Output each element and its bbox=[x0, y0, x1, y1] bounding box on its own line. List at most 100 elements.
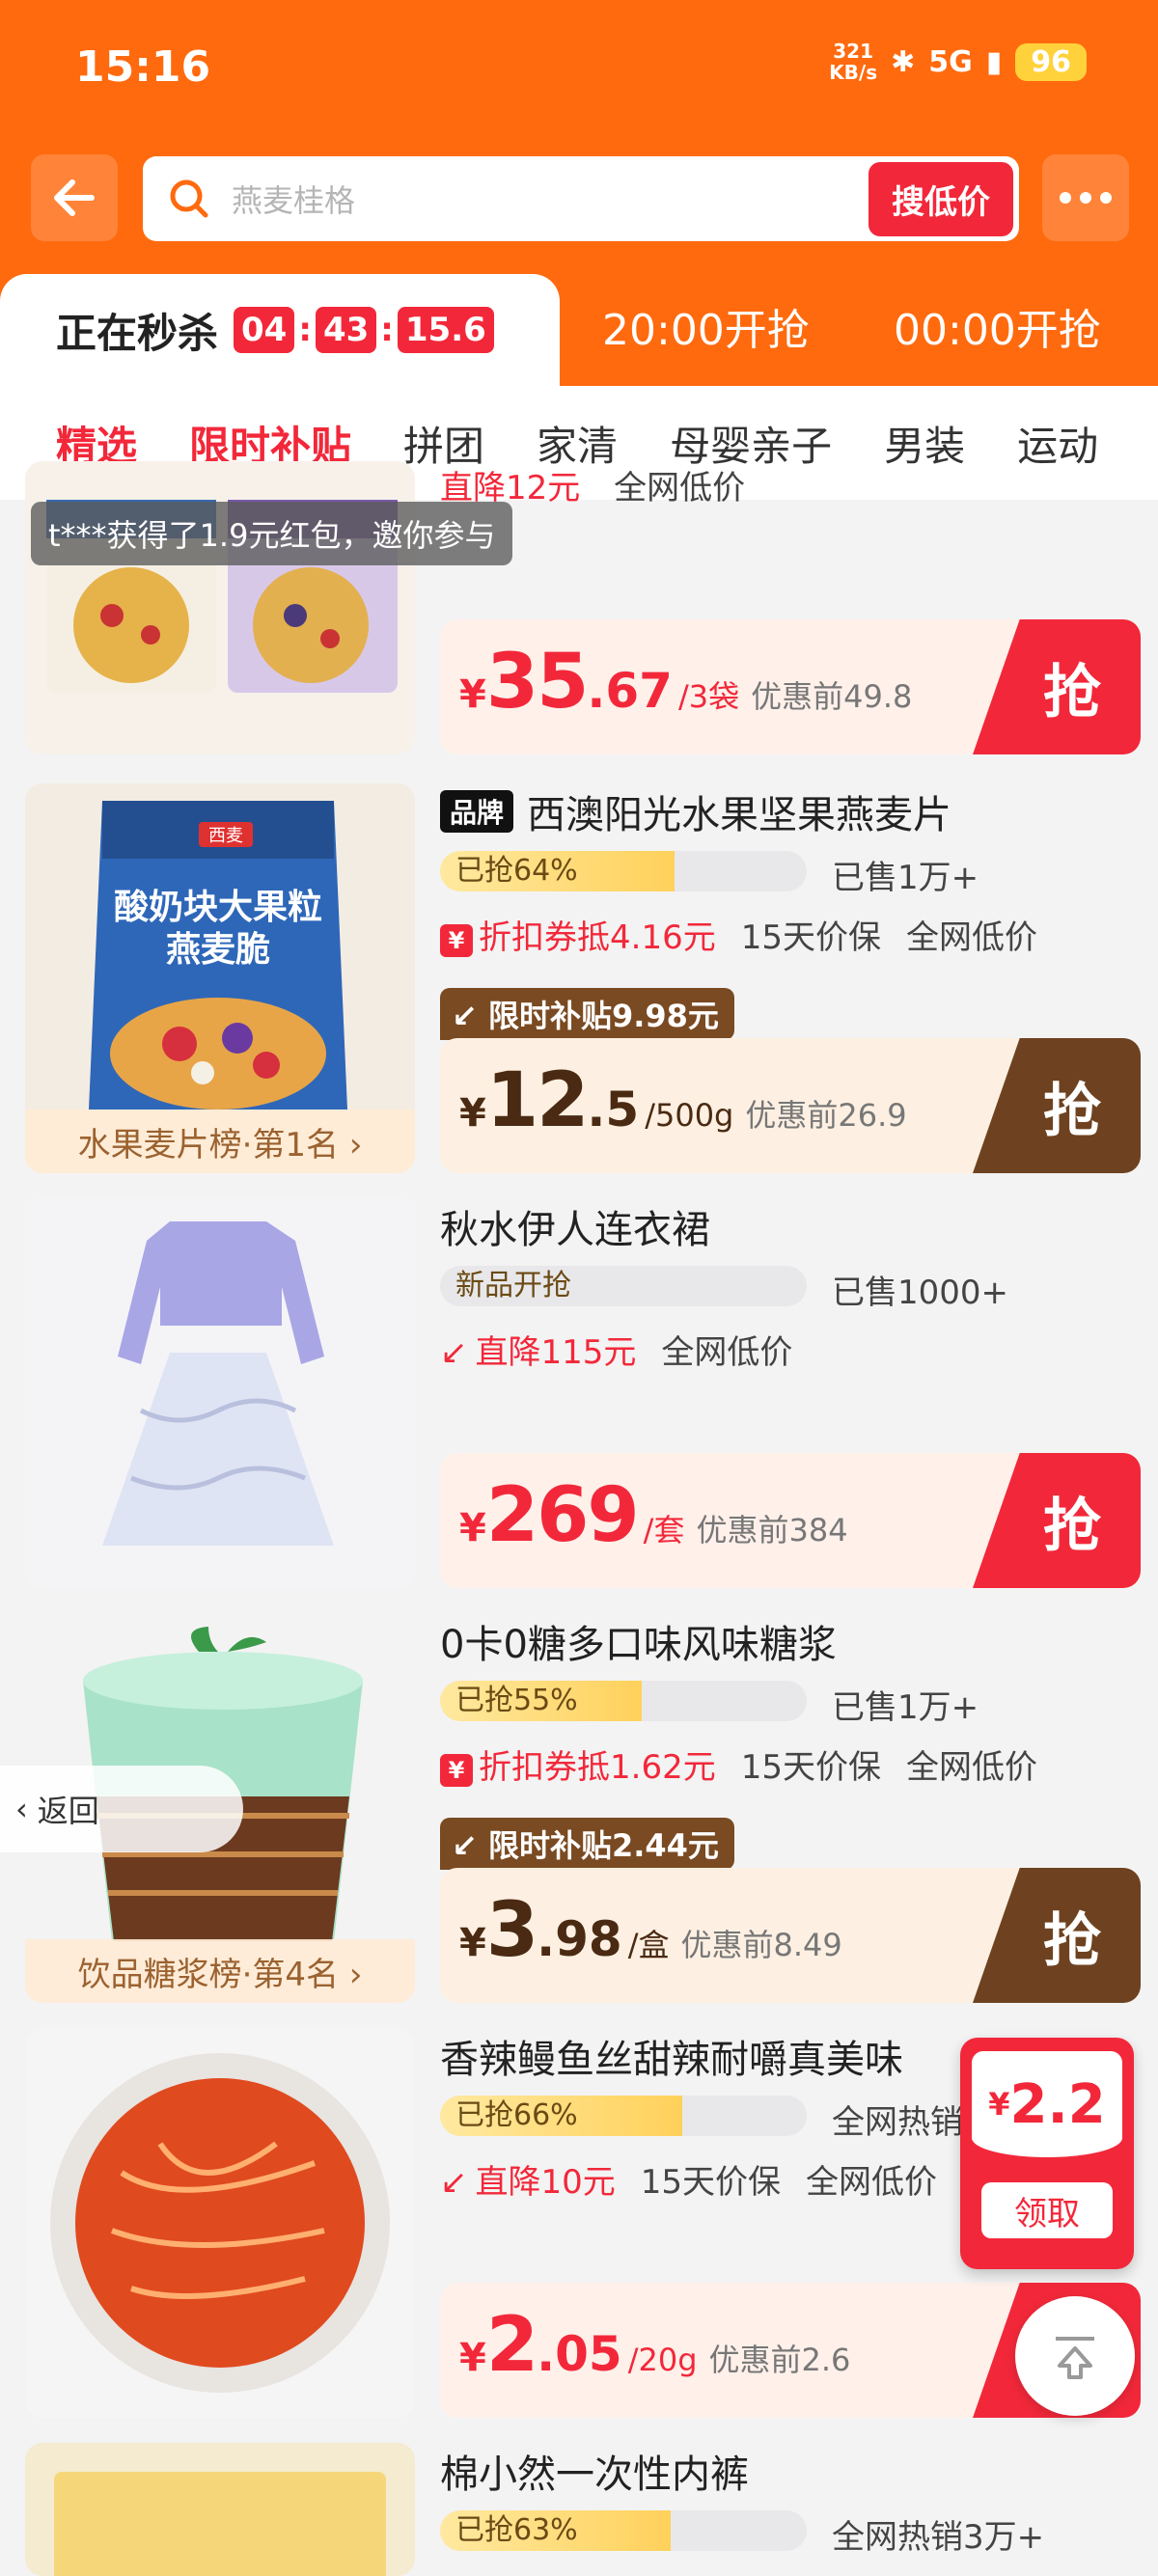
coupon-tag: ¥ 折扣券抵1.62元 bbox=[440, 1740, 716, 1788]
sold-count: 全网热销3万+ bbox=[832, 2518, 1045, 2557]
red-packet-widget[interactable]: ¥2.2 领取 bbox=[960, 2038, 1134, 2269]
arrow-left-icon bbox=[54, 179, 95, 216]
buy-button[interactable]: 抢 bbox=[973, 1868, 1141, 2003]
session-tab-0000[interactable]: 00:00开抢 bbox=[894, 295, 1101, 357]
product-tags: ¥ 折扣券抵1.62元 15天价保 全网低价 bbox=[440, 1740, 1037, 1788]
product-title: 棉小然一次性内裤 bbox=[440, 2443, 1141, 2499]
bluetooth-icon: ✱ bbox=[891, 44, 916, 79]
claim-button[interactable]: 领取 bbox=[981, 2182, 1113, 2238]
dress-image bbox=[102, 1221, 334, 1546]
network-label: 5G bbox=[928, 44, 973, 79]
price-decimal: .67 bbox=[587, 663, 673, 719]
product-info: 秋水伊人连衣裙 新品开抢 已售1000+ ↙ 直降115元 全网低价 ¥ 269 … bbox=[440, 1198, 1141, 1588]
price-unit: /500g bbox=[645, 1097, 734, 1134]
sales-progress: 已抢64% bbox=[440, 851, 807, 891]
sales-progress-label: 已抢63% bbox=[455, 2513, 578, 2547]
product-tags: ¥ 折扣券抵4.16元 15天价保 全网低价 bbox=[440, 911, 1037, 958]
session-tab-2000[interactable]: 20:00开抢 bbox=[602, 295, 810, 357]
price-box: ¥ 12 .5 /500g 优惠前26.9 抢 bbox=[440, 1038, 1141, 1173]
original-price: 优惠前49.8 bbox=[751, 678, 913, 715]
price: ¥ 3 .98 /盒 优惠前8.49 bbox=[459, 1887, 842, 1974]
flash-sale-page: 15:16 321 KB/s ✱ 5G ▮ 96 燕麦桂格 搜低价 正在秒杀 04… bbox=[0, 0, 1158, 2576]
countdown-hours: 04 bbox=[234, 307, 295, 353]
search-bar[interactable]: 燕麦桂格 搜低价 bbox=[143, 156, 1019, 241]
sold-count: 已售1万+ bbox=[832, 1688, 979, 1727]
product-title: 品牌 西澳阳光水果坚果燕麦片 bbox=[440, 783, 1141, 839]
currency-symbol: ¥ bbox=[459, 2336, 486, 2380]
floating-back-button[interactable]: ‹ 返回 bbox=[0, 1766, 243, 1852]
lowest-price-tag: 全网低价 bbox=[905, 1748, 1037, 1787]
price-decimal: .05 bbox=[537, 2326, 622, 2382]
red-packet-currency: ¥ bbox=[988, 2086, 1010, 2123]
lowest-price-tag: 全网低价 bbox=[905, 918, 1037, 957]
currency-symbol: ¥ bbox=[459, 672, 486, 717]
product-tags: ↙ 直降10元 15天价保 全网低价 bbox=[440, 2155, 937, 2203]
product-image bbox=[25, 1198, 415, 1588]
sales-progress: 已抢66% bbox=[440, 2096, 807, 2136]
status-indicators: 321 KB/s ✱ 5G ▮ 96 bbox=[829, 41, 1087, 83]
battery-indicator: 96 bbox=[1015, 42, 1087, 81]
price-protect-tag: 15天价保 bbox=[640, 2163, 782, 2202]
price-box: ¥ 269 /套 优惠前384 抢 bbox=[440, 1453, 1141, 1588]
arrow-down-icon: ↙ bbox=[440, 2163, 468, 2202]
price-integer: 2 bbox=[485, 2302, 538, 2389]
product-title: 0卡0糖多口味风味糖浆 bbox=[440, 1613, 1141, 1669]
search-input[interactable]: 燕麦桂格 bbox=[232, 177, 868, 221]
rank-badge[interactable]: 饮品糖浆榜·第4名 › bbox=[25, 1939, 415, 2003]
product-card[interactable]: 酸奶块大果粒 燕麦脆 西麦 水果麦片榜·第1名 › 品牌 西澳阳光水果坚果燕麦片… bbox=[25, 783, 1141, 1173]
price: ¥ 2 .05 /20g 优惠前2.6 bbox=[459, 2302, 850, 2389]
package-text-line1: 酸奶块大果粒 bbox=[114, 888, 322, 927]
sales-progress: 已抢63% bbox=[440, 2510, 807, 2551]
buy-button[interactable]: 抢 bbox=[973, 619, 1141, 754]
price-unit: /套 bbox=[643, 1512, 685, 1548]
lowest-price-tag: 全网低价 bbox=[661, 1333, 793, 1372]
countdown-minutes: 43 bbox=[315, 307, 377, 353]
product-info: 品牌 西澳阳光水果坚果燕麦片 已抢64% 已售1万+ ¥ 折扣券抵4.16元 15… bbox=[440, 783, 1141, 1173]
product-title-text: 香辣鳗鱼丝甜辣耐嚼真美味 bbox=[440, 2038, 903, 2082]
back-to-top-button[interactable] bbox=[1015, 2296, 1135, 2416]
search-button[interactable]: 搜低价 bbox=[868, 161, 1013, 236]
countdown-sep: : bbox=[380, 311, 394, 349]
session-tab-active[interactable]: 正在秒杀 04 : 43 : 15.6 bbox=[0, 274, 560, 386]
subsidy-text: 限时补贴9.98元 bbox=[487, 998, 719, 1034]
more-button[interactable] bbox=[1042, 154, 1129, 241]
arrow-up-icon bbox=[1056, 2337, 1094, 2379]
sold-count: 已售1000+ bbox=[832, 1274, 1009, 1312]
buy-button[interactable]: 抢 bbox=[973, 1453, 1141, 1588]
coupon-icon: ¥ bbox=[440, 1754, 473, 1787]
price-box: ¥ 3 .98 /盒 优惠前8.49 抢 bbox=[440, 1868, 1141, 2003]
price: ¥ 12 .5 /500g 优惠前26.9 bbox=[459, 1057, 907, 1144]
signal-icon: ▮ bbox=[985, 44, 1003, 79]
red-packet-toast: t***获得了1.9元红包，邀你参与 bbox=[31, 502, 513, 565]
red-packet-value: 2.2 bbox=[1009, 2072, 1106, 2136]
currency-symbol: ¥ bbox=[459, 1091, 486, 1136]
sales-progress: 已抢55% bbox=[440, 1681, 807, 1721]
net-speed-value: 321 bbox=[833, 40, 873, 63]
buy-button[interactable]: 抢 bbox=[973, 1038, 1141, 1173]
product-card[interactable]: 秋水伊人连衣裙 新品开抢 已售1000+ ↙ 直降115元 全网低价 ¥ 269 … bbox=[25, 1198, 1141, 1588]
price-protect-tag: 15天价保 bbox=[740, 918, 881, 957]
coupon-text: 折扣券抵4.16元 bbox=[479, 918, 716, 957]
price-drop-tag: ↙ 直降115元 bbox=[440, 1326, 636, 1373]
product-image bbox=[25, 2443, 415, 2576]
rank-badge[interactable]: 水果麦片榜·第1名 › bbox=[25, 1110, 415, 1173]
product-title-text: 西澳阳光水果坚果燕麦片 bbox=[527, 793, 952, 837]
product-card[interactable]: 棉小然一次性内裤 已抢63% 全网热销3万+ bbox=[25, 2443, 1141, 2576]
price-decimal: .98 bbox=[537, 1911, 622, 1967]
price-box: ¥ 35 .67 /3袋 优惠前49.8 抢 bbox=[440, 619, 1141, 754]
session-active-label: 正在秒杀 bbox=[56, 309, 219, 357]
arrow-down-icon: ↙ bbox=[452, 1827, 488, 1864]
back-button[interactable] bbox=[31, 154, 118, 241]
chevron-left-icon: ‹ bbox=[15, 1791, 28, 1827]
coupon-tag: ¥ 折扣券抵4.16元 bbox=[440, 911, 716, 958]
product-title-text: 棉小然一次性内裤 bbox=[440, 2453, 749, 2497]
currency-symbol: ¥ bbox=[459, 1921, 486, 1965]
price-unit: /盒 bbox=[627, 1927, 670, 1963]
price-protect-tag: 15天价保 bbox=[740, 1748, 881, 1787]
coupon-text: 折扣券抵1.62元 bbox=[479, 1748, 716, 1787]
sales-progress-label: 新品开抢 bbox=[455, 1269, 571, 1302]
countdown-sep: : bbox=[298, 311, 312, 349]
price-unit: /3袋 bbox=[677, 678, 740, 715]
lowest-price-tag: 全网低价 bbox=[614, 469, 746, 507]
price-integer: 35 bbox=[485, 639, 590, 726]
